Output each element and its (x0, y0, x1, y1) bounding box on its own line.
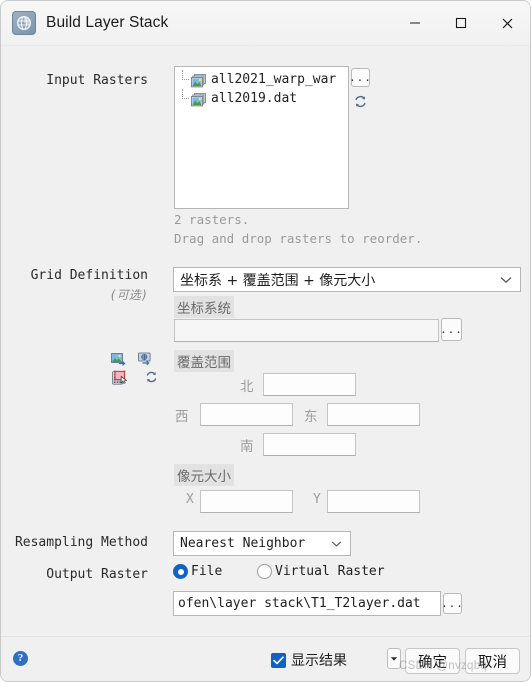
list-item[interactable]: all2019.dat (175, 89, 348, 108)
coordinate-system-browse-button[interactable]: ... (440, 318, 462, 341)
dialog-footer: ? 显示结果 确定 取消 (1, 636, 530, 681)
list-item[interactable]: all2021_warp_war (175, 70, 348, 89)
output-file-radio[interactable]: File (173, 564, 222, 579)
list-item-label: all2019.dat (211, 91, 298, 106)
raster-layer-icon (191, 73, 207, 87)
reorder-hint-text: Drag and drop rasters to reorder. (174, 231, 423, 246)
tree-connector-icon (177, 70, 191, 89)
envi-globe-icon (12, 11, 36, 35)
ok-button[interactable]: 确定 (405, 648, 460, 674)
caption-buttons (392, 1, 530, 45)
coordinate-system-label: 坐标系统 (174, 296, 234, 318)
extent-north-input[interactable] (263, 373, 356, 396)
extent-label: 覆盖范围 (174, 350, 234, 372)
pixel-size-y-input[interactable] (327, 490, 420, 513)
grid-definition-method-value: 坐标系 + 覆盖范围 + 像元大小 (180, 272, 376, 289)
refresh-icon[interactable] (144, 369, 159, 383)
browse-rasters-button[interactable]: ... (349, 68, 371, 87)
output-path-value: ofen\layer stack\T1_T2layer.dat (178, 596, 421, 611)
output-virtual-raster-label: Virtual Raster (275, 564, 385, 579)
extent-south-input[interactable] (263, 433, 356, 456)
minimize-icon[interactable] (392, 1, 438, 45)
chevron-down-icon (331, 536, 342, 551)
maximize-icon[interactable] (438, 1, 484, 45)
image-layer-icon[interactable] (111, 351, 126, 366)
grid-definition-method-combobox[interactable]: 坐标系 + 覆盖范围 + 像元大小 (173, 267, 521, 292)
extent-north-label: 北 (240, 379, 254, 395)
chevron-down-icon (390, 656, 398, 661)
resampling-method-value: Nearest Neighbor (180, 536, 306, 551)
list-item-label: all2021_warp_war (211, 72, 337, 87)
tree-connector-icon (177, 89, 191, 108)
output-path-browse-button[interactable]: ... (441, 593, 463, 614)
extent-south-label: 南 (240, 439, 254, 455)
screen-extent-icon[interactable] (137, 351, 153, 366)
grid-definition-optional-label: (可选) (109, 288, 148, 302)
grid-definition-tool-icons-row2 (114, 369, 161, 388)
close-icon[interactable] (484, 1, 530, 45)
dialog-content: Input Rasters all2021_warp_war all2019.d… (1, 46, 530, 681)
raster-count-text: 2 rasters. (174, 212, 250, 227)
ok-split-arrow-button[interactable] (387, 648, 401, 669)
radio-file-selected-icon (173, 564, 188, 579)
extent-west-input[interactable] (200, 403, 293, 426)
input-rasters-label: Input Rasters (46, 73, 148, 88)
resampling-method-label: Resampling Method (14, 535, 148, 550)
output-virtual-raster-radio[interactable]: Virtual Raster (257, 564, 385, 579)
extent-east-input[interactable] (327, 403, 420, 426)
output-path-input[interactable]: ofen\layer stack\T1_T2layer.dat (173, 591, 441, 616)
help-icon[interactable]: ? (13, 651, 28, 666)
title-bar: Build Layer Stack (1, 1, 530, 46)
pixel-size-x-label: X (186, 492, 194, 507)
coordinate-system-input[interactable] (174, 319, 439, 342)
window-title: Build Layer Stack (46, 14, 169, 31)
pixel-size-x-input[interactable] (200, 490, 293, 513)
chevron-down-icon (500, 272, 512, 288)
checkbox-checked-icon (271, 652, 286, 668)
pixel-size-label: 像元大小 (174, 464, 234, 486)
display-result-checkbox[interactable]: 显示结果 (271, 650, 347, 670)
grid-definition-label: Grid Definition (30, 268, 148, 283)
input-rasters-listbox[interactable]: all2021_warp_war all2019.dat (174, 66, 349, 209)
extent-west-label: 西 (175, 409, 189, 425)
pixel-size-y-label: Y (313, 492, 321, 507)
output-raster-label: Output Raster (46, 567, 148, 582)
cancel-button[interactable]: 取消 (465, 648, 520, 674)
raster-layer-icon (191, 92, 207, 106)
output-file-label: File (191, 564, 223, 579)
refresh-icon[interactable] (351, 92, 370, 111)
selection-box-icon[interactable] (114, 369, 129, 385)
radio-virtual-unselected-icon (257, 564, 272, 579)
display-result-label: 显示结果 (291, 653, 347, 669)
resampling-method-combobox[interactable]: Nearest Neighbor (173, 531, 351, 556)
extent-east-label: 东 (304, 409, 318, 425)
build-layer-stack-dialog: Build Layer Stack Input Rasters all2021_… (0, 0, 531, 682)
